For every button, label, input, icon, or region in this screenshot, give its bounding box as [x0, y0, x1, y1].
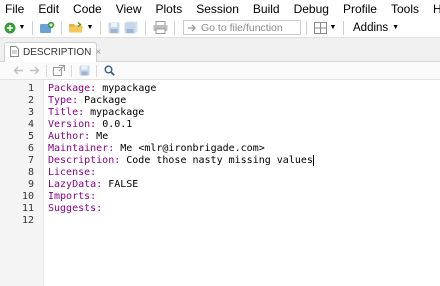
- line-number: 11: [21, 203, 34, 214]
- field-value: Me <mlr@ironbrigade.com>: [114, 143, 265, 154]
- toolbar-separator: [96, 64, 97, 77]
- field-key: Imports:: [48, 191, 97, 202]
- toolbar-separator: [145, 20, 146, 35]
- menu-bar: File Edit Code View Plots Session Build …: [0, 0, 440, 18]
- line-number: 10: [21, 191, 34, 202]
- menu-code[interactable]: Code: [67, 0, 102, 18]
- menu-file[interactable]: File: [0, 0, 24, 18]
- main-toolbar: ▼ ▼ Go to file/function ▼ Addins ▼: [0, 18, 440, 38]
- toolbar-separator: [306, 20, 307, 35]
- toolbar-separator: [100, 20, 101, 35]
- toolbar-separator: [174, 20, 175, 35]
- line-number: 4: [27, 119, 34, 130]
- field-value: mypackage: [84, 107, 145, 118]
- field-key: Version:: [48, 119, 97, 130]
- tab-label: DESCRIPTION: [23, 47, 92, 58]
- close-tab-icon[interactable]: ×: [95, 47, 101, 58]
- line-number: 5: [27, 131, 34, 142]
- code-line: Suggests:: [48, 203, 102, 215]
- save-all-icon[interactable]: [122, 19, 140, 37]
- toolbar-separator: [61, 20, 62, 35]
- code-line: Description: Code those nasty missing va…: [48, 155, 314, 167]
- forward-arrow-icon[interactable]: [26, 63, 42, 79]
- tab-description[interactable]: DESCRIPTION ×: [4, 42, 101, 62]
- addins-label: Addins: [353, 21, 389, 34]
- field-key: Package:: [48, 83, 97, 94]
- open-folder-icon[interactable]: [67, 19, 85, 37]
- line-number: 3: [27, 107, 34, 118]
- editor-tab-strip: DESCRIPTION ×: [0, 38, 440, 62]
- field-key: License:: [48, 167, 97, 178]
- code-line: License:: [48, 167, 96, 179]
- code-line: Title: mypackage: [48, 107, 144, 119]
- new-project-icon[interactable]: [38, 19, 56, 37]
- code-line: Author: Me: [48, 131, 108, 143]
- field-value: Package: [78, 95, 127, 106]
- editor-save-icon[interactable]: [76, 63, 92, 79]
- menu-profile[interactable]: Profile: [337, 0, 377, 18]
- field-key: LazyData:: [48, 179, 103, 190]
- code-line: LazyData: FALSE: [48, 179, 138, 191]
- code-line: Maintainer: Me <mlr@ironbrigade.com>: [48, 143, 265, 155]
- print-icon[interactable]: [151, 19, 169, 37]
- toolbar-separator: [343, 20, 344, 35]
- menu-help[interactable]: Help: [427, 0, 440, 18]
- field-key: Maintainer:: [48, 143, 115, 154]
- field-value: FALSE: [102, 179, 139, 190]
- code-editor[interactable]: 1 Package: mypackage 2 Type: Package 3 T…: [0, 80, 440, 286]
- menu-session[interactable]: Session: [190, 0, 239, 18]
- code-line: Type: Package: [48, 95, 126, 107]
- new-file-icon[interactable]: [3, 19, 17, 37]
- new-file-dropdown-icon[interactable]: ▼: [17, 19, 27, 37]
- addins-dropdown-icon: ▼: [392, 24, 400, 31]
- code-line: Imports:: [48, 191, 96, 203]
- menu-view[interactable]: View: [110, 0, 142, 18]
- field-key: Title:: [48, 107, 85, 118]
- menu-plots[interactable]: Plots: [150, 0, 183, 18]
- goto-arrow-icon: [187, 23, 197, 33]
- show-in-window-icon[interactable]: [51, 63, 67, 79]
- menu-edit[interactable]: Edit: [32, 0, 59, 18]
- field-key: Description:: [48, 155, 121, 166]
- goto-file-function-input[interactable]: Go to file/function: [183, 20, 301, 35]
- line-number: 8: [27, 167, 34, 178]
- line-number: 9: [27, 179, 34, 190]
- layout-dropdown-icon[interactable]: ▼: [328, 19, 338, 37]
- field-key: Type:: [48, 95, 79, 106]
- field-value: Code those nasty missing values: [120, 155, 313, 166]
- grid-layout-icon[interactable]: [312, 19, 328, 37]
- text-cursor: [312, 155, 314, 166]
- document-icon: [10, 45, 19, 60]
- line-number: 12: [21, 215, 34, 226]
- line-number: 6: [27, 143, 34, 154]
- toolbar-separator: [46, 64, 47, 77]
- field-value: mypackage: [96, 83, 157, 94]
- search-icon[interactable]: [101, 63, 117, 79]
- line-number: 2: [27, 95, 34, 106]
- toolbar-separator: [32, 20, 33, 35]
- back-arrow-icon[interactable]: [10, 63, 26, 79]
- toolbar-separator: [71, 64, 72, 77]
- code-line: Version: 0.0.1: [48, 119, 132, 131]
- menu-debug[interactable]: Debug: [288, 0, 329, 18]
- menu-build[interactable]: Build: [247, 0, 280, 18]
- field-value: 0.0.1: [96, 119, 133, 130]
- goto-placeholder: Go to file/function: [201, 21, 283, 34]
- field-key: Author:: [48, 131, 91, 142]
- line-number: 7: [27, 155, 34, 166]
- addins-menu[interactable]: Addins ▼: [353, 22, 399, 34]
- open-dropdown-icon[interactable]: ▼: [85, 19, 95, 37]
- line-number: 1: [27, 83, 34, 94]
- field-value: Me: [90, 131, 109, 142]
- code-line: Package: mypackage: [48, 83, 156, 95]
- field-key: Suggests:: [48, 203, 103, 214]
- menu-tools[interactable]: Tools: [385, 0, 419, 18]
- editor-toolbar: [0, 62, 440, 80]
- save-icon[interactable]: [106, 19, 122, 37]
